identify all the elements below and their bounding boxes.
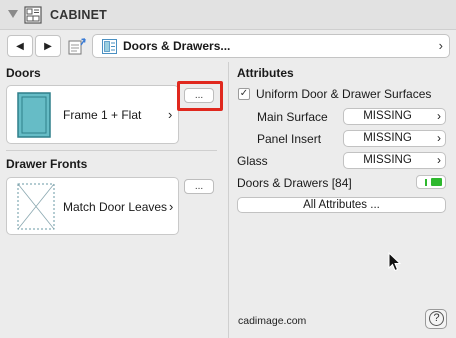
forward-arrow-icon: ▶: [44, 40, 52, 52]
collapse-triangle-icon[interactable]: [8, 10, 18, 18]
help-icon: ?: [429, 311, 444, 326]
chevron-right-icon: ›: [168, 107, 173, 122]
panel-insert-value: MISSING: [363, 132, 412, 144]
door-style-label: Frame 1 + Flat: [63, 108, 142, 122]
breadcrumb-label: Doors & Drawers...: [123, 39, 231, 53]
check-icon: ✓: [239, 88, 249, 99]
brand-link[interactable]: cadimage.com: [238, 315, 306, 327]
chevron-right-icon: ›: [437, 131, 441, 145]
chevron-right-icon: ›: [438, 38, 443, 53]
drawer-preview-icon: [17, 183, 55, 230]
help-button[interactable]: ?: [425, 309, 447, 329]
attributes-section-label: Attributes: [237, 66, 294, 80]
all-attributes-button[interactable]: All Attributes ...: [237, 197, 446, 213]
drawer-front-label: Match Door Leaves: [63, 200, 168, 214]
doors-drawers-toggle[interactable]: [416, 175, 446, 189]
page-arrow-icon[interactable]: [66, 36, 88, 56]
drawer-fronts-section-label: Drawer Fronts: [6, 157, 88, 171]
divider: [6, 150, 217, 151]
doors-drawers-icon: [102, 39, 117, 54]
panel-insert-label: Panel Insert: [257, 132, 322, 146]
cabinet-icon: [24, 6, 42, 24]
divider: [228, 62, 229, 338]
glass-value: MISSING: [363, 154, 412, 166]
chevron-right-icon: ›: [169, 199, 174, 214]
main-surface-label: Main Surface: [257, 110, 328, 124]
toggle-line-icon: [425, 179, 427, 186]
panel-insert-dropdown[interactable]: MISSING ›: [343, 130, 446, 147]
chevron-right-icon: ›: [437, 109, 441, 123]
mouse-cursor-icon: [388, 252, 402, 272]
uniform-surfaces-label: Uniform Door & Drawer Surfaces: [256, 87, 432, 101]
forward-button[interactable]: ▶: [35, 35, 61, 57]
back-arrow-icon: ◀: [16, 40, 24, 52]
door-preview-icon: [17, 92, 51, 138]
glass-dropdown[interactable]: MISSING ›: [343, 152, 446, 169]
drawer-front-selector[interactable]: Match Door Leaves ›: [6, 177, 179, 235]
drawer-more-button[interactable]: ...: [184, 179, 214, 194]
back-button[interactable]: ◀: [7, 35, 33, 57]
main-surface-dropdown[interactable]: MISSING ›: [343, 108, 446, 125]
doors-drawers-count-label: Doors & Drawers [84]: [237, 176, 352, 190]
glass-label: Glass: [237, 154, 268, 168]
panel-title: CABINET: [50, 8, 107, 22]
toggle-box-icon: [431, 178, 442, 186]
highlight-box: [177, 81, 223, 111]
door-style-selector[interactable]: Frame 1 + Flat ›: [6, 85, 179, 144]
doors-section-label: Doors: [6, 66, 41, 80]
chevron-right-icon: ›: [437, 153, 441, 167]
main-surface-value: MISSING: [363, 110, 412, 122]
breadcrumb-dropdown[interactable]: Doors & Drawers... ›: [92, 34, 450, 58]
uniform-surfaces-checkbox[interactable]: ✓: [238, 88, 250, 100]
